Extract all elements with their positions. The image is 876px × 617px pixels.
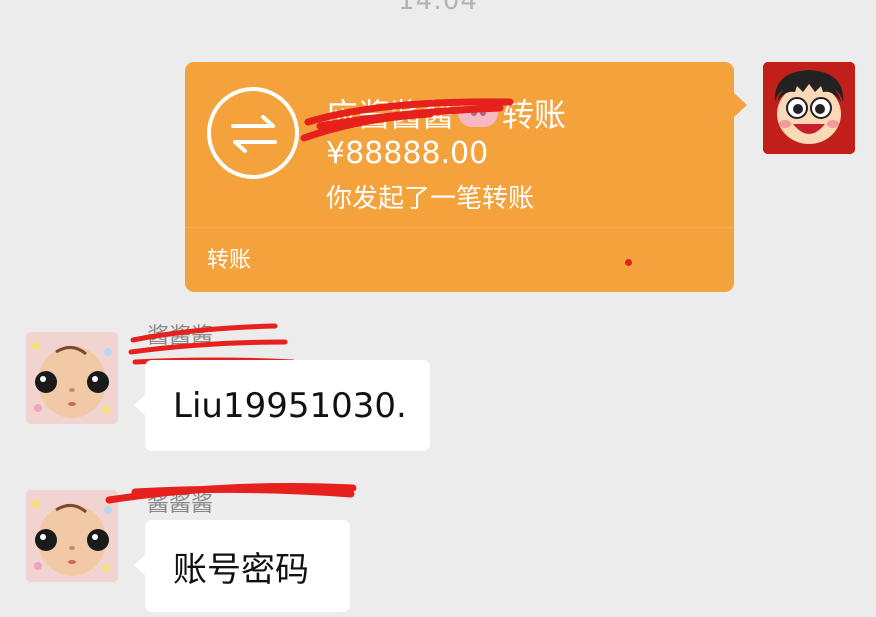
cartoon-boy-avatar-icon — [763, 62, 855, 154]
message-text: Liu19951030. — [173, 385, 407, 426]
transfer-title: 转账 — [502, 96, 567, 134]
message-bubble[interactable]: Liu19951030. — [134, 360, 430, 451]
pig-emoji-icon — [458, 99, 499, 127]
baby-face-avatar-icon — [26, 490, 118, 582]
sender-name: 酱酱酱 — [147, 324, 214, 349]
recipient-name: 应酱酱酱 — [326, 96, 455, 134]
transfer-message-card[interactable]: 应酱酱酱 转账 ¥88888.00 你发起了一笔转账 转账 — [185, 62, 747, 292]
transfer-footer-label: 转账 — [207, 248, 252, 273]
transfer-recipient: 应酱酱酱 转账 — [326, 90, 566, 136]
transfer-divider — [185, 227, 734, 228]
baby-face-avatar-icon — [26, 332, 118, 424]
red-dot-mark — [625, 259, 632, 266]
chat-timestamp: 14:04 — [398, 0, 478, 16]
message-text: 账号密码 — [173, 549, 309, 590]
red-scribble-redaction — [105, 483, 357, 504]
transfer-arrows-icon — [207, 87, 299, 179]
sender-name: 酱酱酱 — [147, 492, 214, 517]
sender-avatar[interactable] — [26, 490, 118, 582]
my-avatar[interactable] — [763, 62, 855, 154]
transfer-description: 你发起了一笔转账 — [326, 184, 535, 214]
message-bubble[interactable]: 账号密码 — [134, 520, 350, 612]
transfer-amount: ¥88888.00 — [326, 136, 489, 171]
sender-avatar[interactable] — [26, 332, 118, 424]
